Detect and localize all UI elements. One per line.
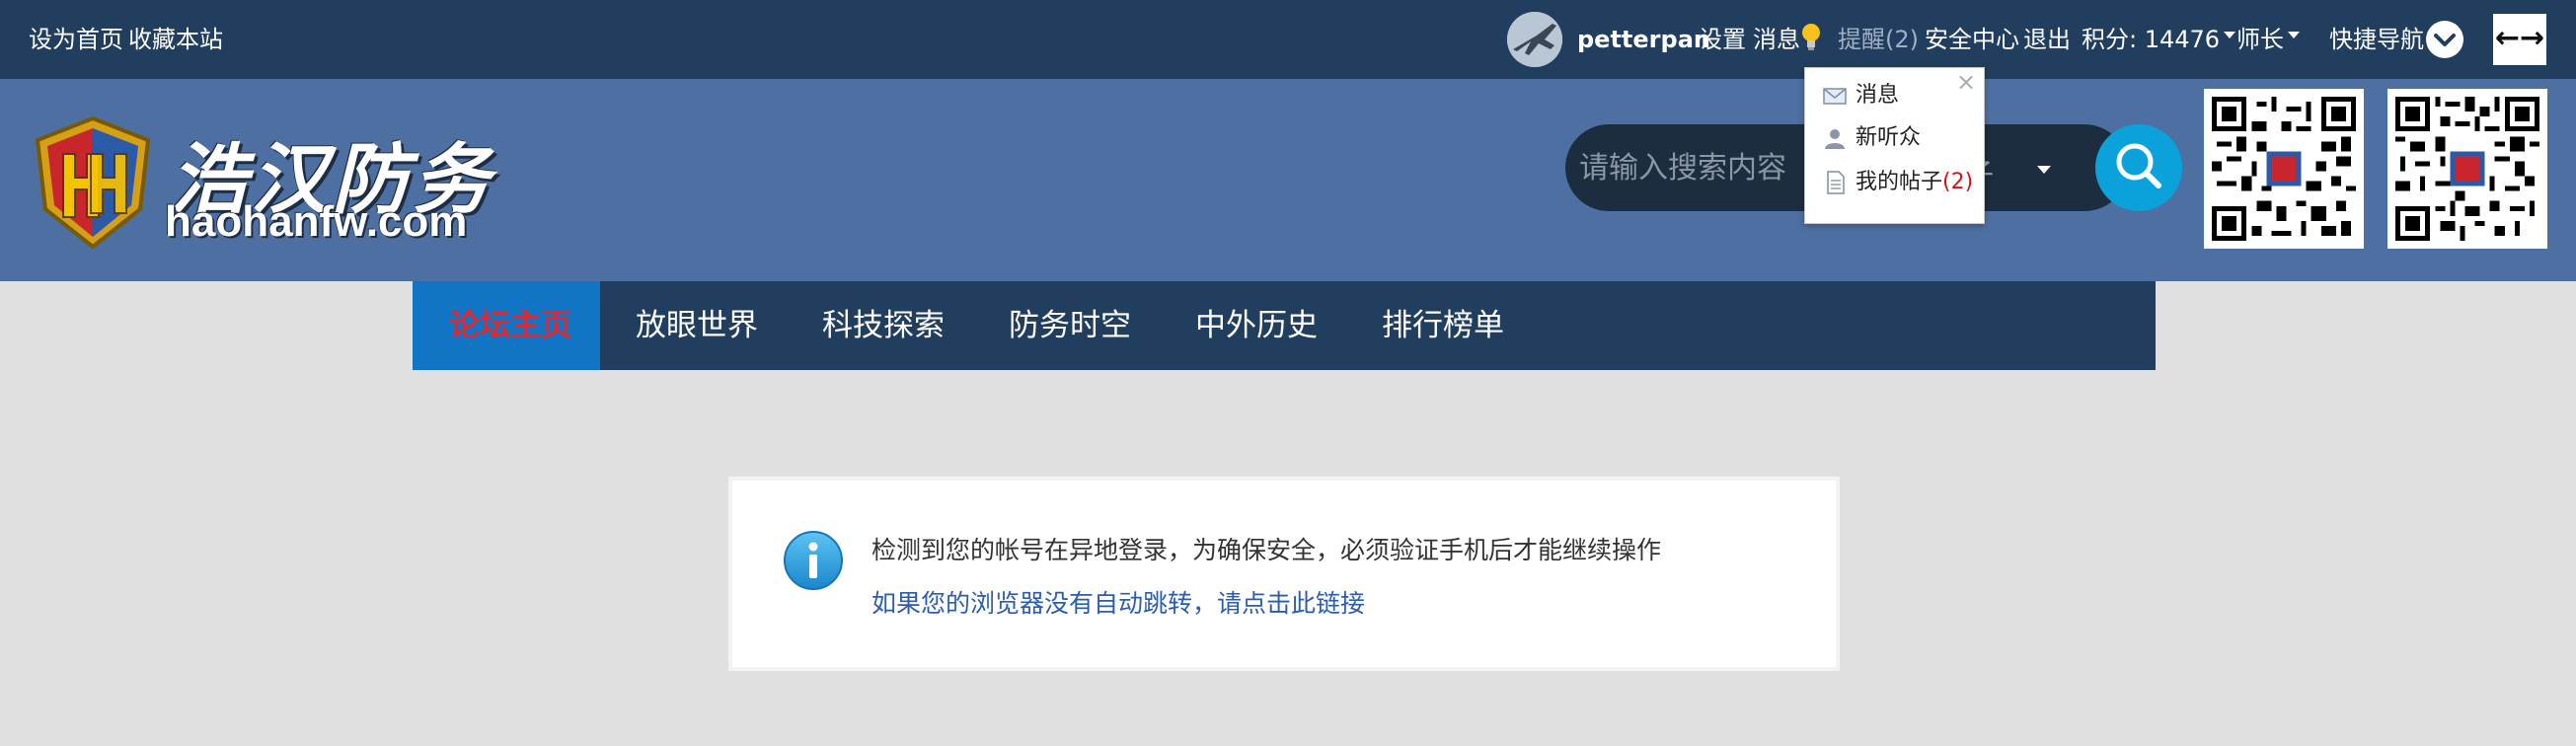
lightbulb-icon [1802, 24, 1820, 50]
nav-item-defense[interactable]: 防务时空 [1009, 281, 1131, 370]
avatar[interactable] [1507, 12, 1562, 67]
nav-item-tech[interactable]: 科技探索 [822, 281, 945, 370]
dropdown-item-label: 消息 [1856, 83, 1900, 108]
quick-nav-link[interactable]: 快捷导航 [2329, 0, 2424, 79]
points-label: 积分: 14476 [2082, 26, 2221, 53]
set-homepage-link[interactable]: 设为首页 [29, 0, 123, 79]
chevron-down-icon [2434, 34, 2456, 46]
messages-link[interactable]: 消息 [1753, 0, 1800, 79]
shield-logo-icon [35, 115, 151, 250]
logo-domain: haohanfw.com [165, 197, 468, 246]
caret-down-icon [2288, 31, 2300, 38]
dropdown-item-label: 新听众 [1856, 125, 1922, 150]
dropdown-item-new-followers[interactable]: 新听众 [1822, 120, 1921, 156]
qr-code [2387, 89, 2547, 249]
username-link[interactable]: petterpan [1577, 0, 1710, 79]
notice-message: 检测到您的帐号在异地登录，为确保安全，必须验证手机后才能继续操作 [871, 536, 1662, 564]
nav-item-forum-home[interactable]: 论坛主页 [449, 281, 571, 370]
search-button[interactable] [2095, 124, 2182, 211]
quick-nav-toggle[interactable] [2426, 21, 2463, 58]
qr-code-icon [2395, 97, 2539, 241]
search-input[interactable] [1579, 142, 1816, 193]
caret-down-icon [2224, 31, 2236, 38]
nav-item-history[interactable]: 中外历史 [1195, 281, 1318, 370]
redirect-link[interactable]: 如果您的浏览器没有自动跳转，请点击此链接 [871, 584, 1365, 620]
main-nav: 论坛主页 放眼世界 科技探索 防务时空 中外历史 排行榜单 [413, 281, 2156, 370]
settings-link[interactable]: 设置 [1699, 0, 1746, 79]
notice-box [728, 477, 1840, 671]
info-icon [784, 531, 843, 590]
expand-width-button[interactable]: ←→ [2493, 14, 2546, 65]
qr-code [2204, 89, 2364, 249]
envelope-icon [1823, 88, 1847, 105]
dropdown-item-my-posts[interactable]: 我的帖子(2) [1822, 165, 1973, 200]
top-bar: 设为首页 收藏本站 petterpan 设置 消息 提醒(2) 安全中心 退出 … [0, 0, 2576, 79]
dropdown-item-label: 我的帖子 [1856, 170, 1943, 194]
points-menu[interactable]: 积分: 14476 [2082, 0, 2236, 79]
logout-link[interactable]: 退出 [2023, 0, 2071, 79]
user-icon [1825, 129, 1845, 149]
search-icon [2116, 143, 2161, 188]
qr-code-icon [2212, 97, 2356, 241]
post-count-badge: (2) [1942, 170, 1974, 194]
nav-item-world[interactable]: 放眼世界 [636, 281, 758, 370]
nav-item-rankings[interactable]: 排行榜单 [1382, 281, 1504, 370]
bookmark-site-link[interactable]: 收藏本站 [128, 0, 223, 79]
rank-menu[interactable]: 师长 [2236, 0, 2300, 79]
close-icon[interactable]: × [1956, 67, 1976, 97]
jet-avatar-icon [1507, 12, 1562, 67]
document-icon [1827, 171, 1845, 194]
page: 设为首页 收藏本站 petterpan 设置 消息 提醒(2) 安全中心 退出 … [0, 0, 2576, 746]
dropdown-item-messages[interactable]: 消息 [1822, 78, 1899, 113]
rank-label: 师长 [2236, 26, 2284, 53]
caret-down-icon [2037, 166, 2051, 174]
